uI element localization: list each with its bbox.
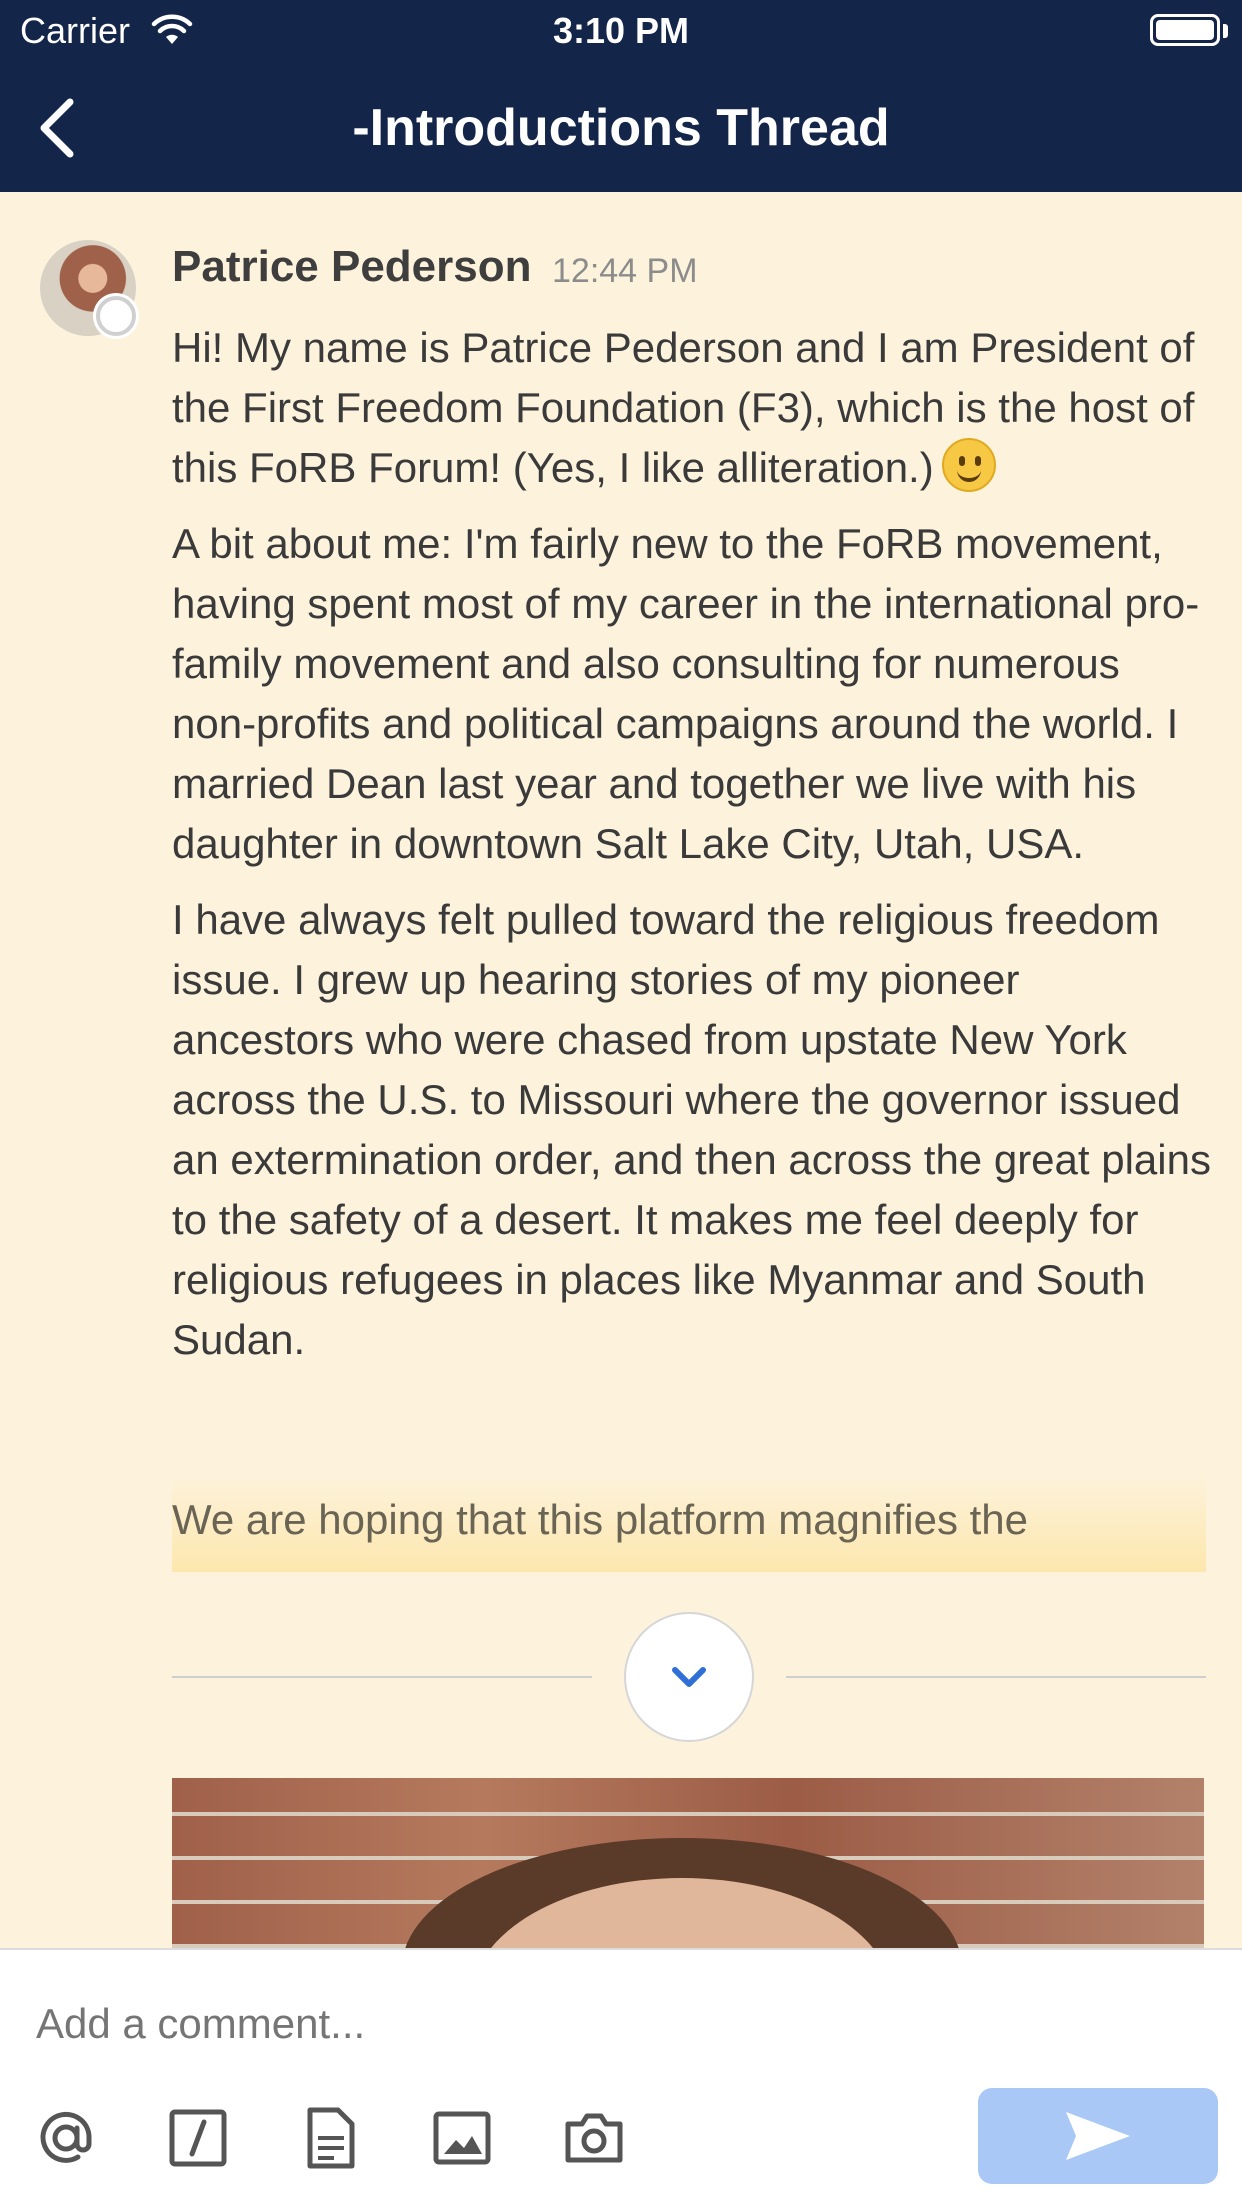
status-time: 3:10 PM: [552, 10, 690, 51]
post-author[interactable]: Patrice Pederson: [172, 242, 532, 292]
post-timestamp: 12:44 PM: [552, 252, 698, 290]
nav-bar: -Introductions Thread: [0, 62, 1242, 192]
post-content[interactable]: Patrice Pederson 12:44 PM Hi! My name is…: [0, 192, 1242, 1948]
battery-icon: [1150, 14, 1220, 46]
post-paragraph: A bit about me: I'm fairly new to the Fo…: [172, 520, 1200, 867]
comment-composer: [0, 1948, 1242, 2208]
image-icon[interactable]: [430, 2106, 494, 2170]
expand-row: [172, 1612, 1206, 1742]
chevron-down-icon: [672, 1667, 706, 1687]
battery-nub: [1223, 24, 1228, 38]
post-paragraph: Hi! My name is Patrice Pederson and I am…: [172, 318, 1212, 498]
truncated-text: We are hoping that this platform magnifi…: [172, 1472, 1206, 1572]
post-body: Hi! My name is Patrice Pederson and I am…: [172, 318, 1212, 1386]
app-header: Carrier 3:10 PM -Introductions Thread: [0, 0, 1242, 192]
page-title: -Introductions Thread: [352, 99, 890, 157]
send-icon: [1066, 2112, 1130, 2160]
comment-input[interactable]: [36, 2000, 936, 2048]
post-paragraph: I have always felt pulled toward the rel…: [172, 896, 1211, 1363]
post-image[interactable]: [172, 1778, 1204, 1948]
file-icon[interactable]: [298, 2106, 362, 2170]
divider: [786, 1676, 1206, 1678]
expand-post-button[interactable]: [624, 1612, 754, 1742]
send-button[interactable]: [978, 2088, 1218, 2184]
slightly-smiling-face-icon: [941, 438, 996, 492]
paragraph-text: Hi! My name is Patrice Pederson and I am…: [172, 324, 1195, 491]
slash-command-icon[interactable]: [166, 2106, 230, 2170]
camera-icon[interactable]: [562, 2106, 626, 2170]
at-mention-icon[interactable]: [34, 2106, 98, 2170]
divider: [172, 1676, 592, 1678]
presence-status-icon: [96, 296, 136, 336]
status-bar: Carrier 3:10 PM: [0, 0, 1242, 62]
